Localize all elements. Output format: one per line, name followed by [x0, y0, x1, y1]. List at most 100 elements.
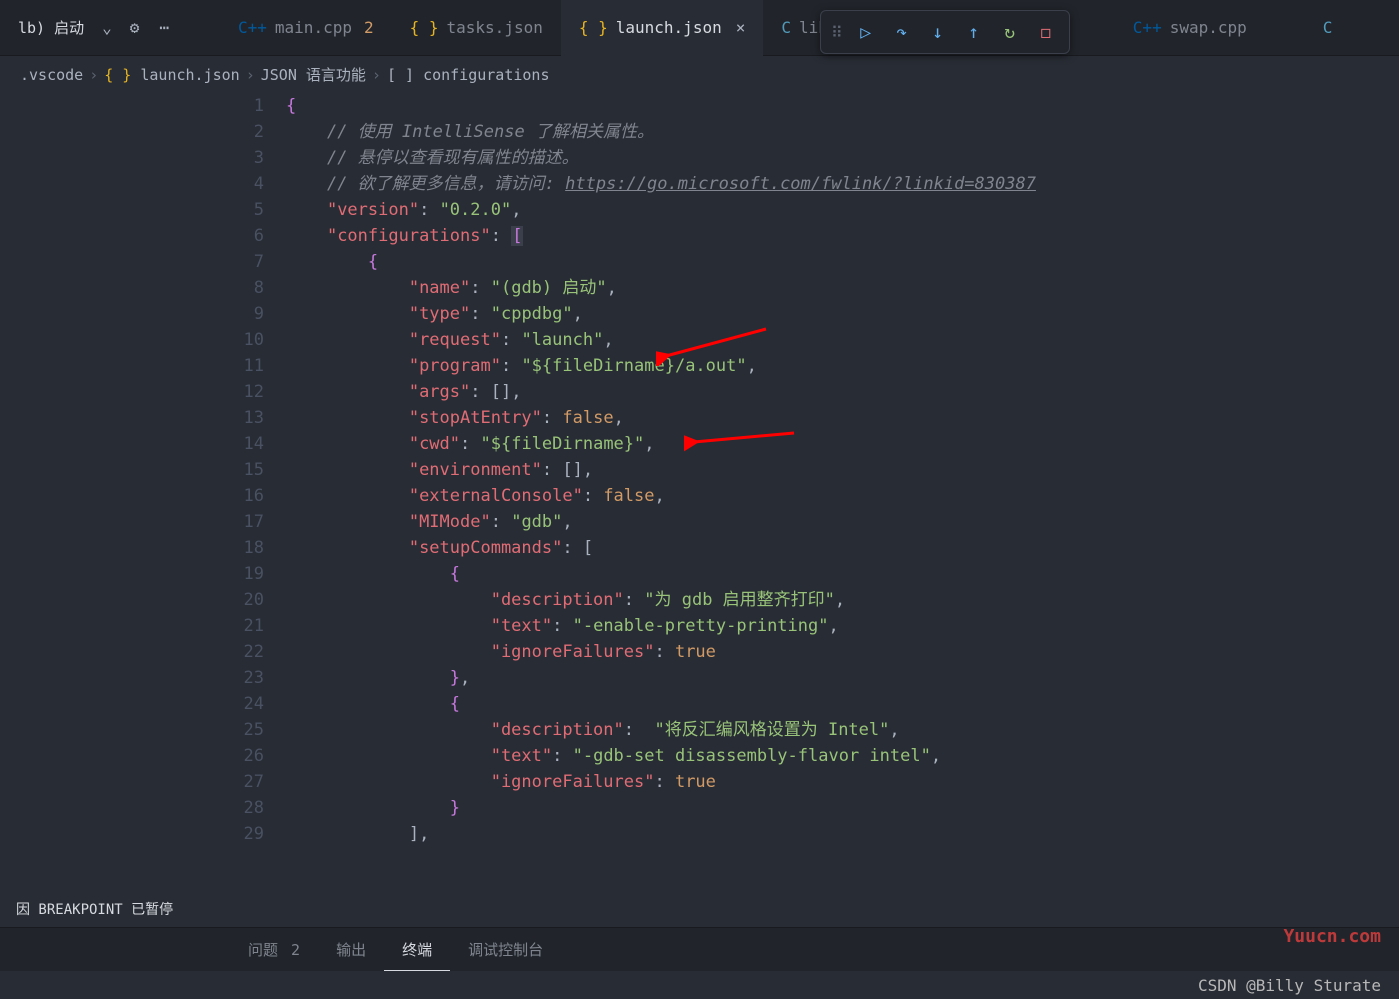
line-number: 19 [220, 561, 264, 587]
code-line[interactable]: { [286, 249, 1399, 275]
tab-label: main.cpp [275, 18, 352, 37]
line-number: 6 [220, 223, 264, 249]
code-line[interactable]: }, [286, 665, 1399, 691]
line-number: 3 [220, 145, 264, 171]
line-number: 11 [220, 353, 264, 379]
line-gutter: 1234567891011121314151617181920212223242… [220, 93, 286, 863]
stop-icon[interactable]: ◻ [1029, 15, 1063, 49]
watermark-site: Yuucn.com [1283, 926, 1381, 947]
code-line[interactable]: { [286, 561, 1399, 587]
code-line[interactable]: "environment": [], [286, 457, 1399, 483]
line-number: 15 [220, 457, 264, 483]
code-line[interactable]: // 悬停以查看现有属性的描述。 [286, 145, 1399, 171]
breadcrumb[interactable]: .vscode › { } launch.json › JSON 语言功能 › … [0, 56, 1399, 93]
close-icon[interactable]: × [736, 18, 746, 37]
line-number: 25 [220, 717, 264, 743]
line-number: 29 [220, 821, 264, 847]
code-line[interactable]: "externalConsole": false, [286, 483, 1399, 509]
line-number: 2 [220, 119, 264, 145]
line-number: 12 [220, 379, 264, 405]
tab-launch.json[interactable]: { } launch.json × [561, 0, 764, 56]
line-number: 20 [220, 587, 264, 613]
more-icon[interactable]: ⋯ [149, 18, 179, 37]
debug-toolbar[interactable]: ⠿ ▷ ↷ ↓ ↑ ↻ ◻ [820, 10, 1070, 54]
gear-icon[interactable]: ⚙ [120, 18, 150, 37]
line-number: 5 [220, 197, 264, 223]
json-file-icon: { } [410, 18, 439, 37]
cpp-file-icon: C++ [1133, 18, 1162, 37]
breadcrumb-item[interactable]: { } launch.json [104, 66, 239, 84]
editor[interactable]: 1234567891011121314151617181920212223242… [220, 93, 1399, 863]
restart-icon[interactable]: ↻ [993, 15, 1027, 49]
code-line[interactable]: "ignoreFailures": true [286, 769, 1399, 795]
json-file-icon: { } [579, 18, 608, 37]
breadcrumb-item[interactable]: JSON 语言功能 [261, 64, 366, 85]
code-line[interactable]: "name": "(gdb) 启动", [286, 275, 1399, 301]
debug-config-selector[interactable]: lb) 启动 ⌄ ⚙ ⋯ [0, 13, 220, 42]
code-line[interactable]: "program": "${fileDirname}/a.out", [286, 353, 1399, 379]
c-file-icon: C [781, 18, 791, 37]
line-number: 14 [220, 431, 264, 457]
code-line[interactable]: "cwd": "${fileDirname}", [286, 431, 1399, 457]
line-number: 7 [220, 249, 264, 275]
panel-tab-badge: 2 [282, 941, 300, 959]
tab-bar: C++main.cpp2{ }tasks.json{ }launch.json×… [220, 0, 1399, 56]
line-number: 28 [220, 795, 264, 821]
code-line[interactable]: // 使用 IntelliSense 了解相关属性。 [286, 119, 1399, 145]
breadcrumb-item[interactable]: [ ] configurations [387, 66, 550, 84]
debug-pause-status: 因 BREAKPOINT 已暂停 [16, 899, 173, 919]
code-line[interactable]: "args": [], [286, 379, 1399, 405]
code-line[interactable]: "ignoreFailures": true [286, 639, 1399, 665]
chevron-down-icon[interactable]: ⌄ [94, 18, 120, 37]
line-number: 8 [220, 275, 264, 301]
code-line[interactable]: ], [286, 821, 1399, 847]
tab-dirty-count: 2 [364, 18, 374, 37]
drag-handle-icon[interactable]: ⠿ [827, 23, 847, 42]
code-line[interactable]: // 欲了解更多信息，请访问: https://go.microsoft.com… [286, 171, 1399, 197]
line-number: 21 [220, 613, 264, 639]
watermark: CSDN @Billy Sturate [1198, 976, 1381, 995]
panel-tab-输出[interactable]: 输出 [318, 929, 384, 970]
code-line[interactable]: "configurations": [ [286, 223, 1399, 249]
cpp-file-icon: C++ [238, 18, 267, 37]
code-line[interactable]: "text": "-enable-pretty-printing", [286, 613, 1399, 639]
code-line[interactable]: { [286, 93, 1399, 119]
tab-label: launch.json [616, 18, 722, 37]
breadcrumb-separator: › [89, 66, 98, 84]
code-line[interactable]: "stopAtEntry": false, [286, 405, 1399, 431]
breadcrumb-item[interactable]: .vscode [20, 66, 83, 84]
step-over-icon[interactable]: ↷ [885, 15, 919, 49]
code-line[interactable]: "MIMode": "gdb", [286, 509, 1399, 535]
tab-edge[interactable]: C [1305, 0, 1359, 56]
code-line[interactable]: "text": "-gdb-set disassembly-flavor int… [286, 743, 1399, 769]
line-number: 18 [220, 535, 264, 561]
panel-tabs: 问题 2输出终端调试控制台 [0, 927, 1399, 971]
tab-tasks.json[interactable]: { }tasks.json [392, 0, 561, 56]
brackets-icon: [ ] [387, 66, 423, 84]
tab-main.cpp[interactable]: C++ main.cpp 2 [220, 0, 392, 56]
code-line[interactable]: "request": "launch", [286, 327, 1399, 353]
line-number: 24 [220, 691, 264, 717]
code-line[interactable]: "setupCommands": [ [286, 535, 1399, 561]
title-bar: lb) 启动 ⌄ ⚙ ⋯ C++main.cpp2{ }tasks.json{ … [0, 0, 1399, 56]
panel-tab-终端[interactable]: 终端 [384, 929, 450, 971]
code-content[interactable]: { // 使用 IntelliSense 了解相关属性。 // 悬停以查看现有属… [286, 93, 1399, 863]
code-line[interactable]: "version": "0.2.0", [286, 197, 1399, 223]
panel-tab-调试控制台[interactable]: 调试控制台 [450, 929, 561, 970]
continue-icon[interactable]: ▷ [849, 15, 883, 49]
step-out-icon[interactable]: ↑ [957, 15, 991, 49]
c-file-icon: C [1323, 18, 1333, 37]
line-number: 26 [220, 743, 264, 769]
step-into-icon[interactable]: ↓ [921, 15, 955, 49]
code-line[interactable]: "description": "将反汇编风格设置为 Intel", [286, 717, 1399, 743]
breadcrumb-separator: › [372, 66, 381, 84]
line-number: 9 [220, 301, 264, 327]
code-line[interactable]: "type": "cppdbg", [286, 301, 1399, 327]
code-line[interactable]: } [286, 795, 1399, 821]
code-line[interactable]: { [286, 691, 1399, 717]
line-number: 22 [220, 639, 264, 665]
tab-swap.cpp[interactable]: C++swap.cpp [1115, 0, 1265, 56]
panel-tab-问题[interactable]: 问题 2 [230, 929, 318, 970]
line-number: 4 [220, 171, 264, 197]
code-line[interactable]: "description": "为 gdb 启用整齐打印", [286, 587, 1399, 613]
